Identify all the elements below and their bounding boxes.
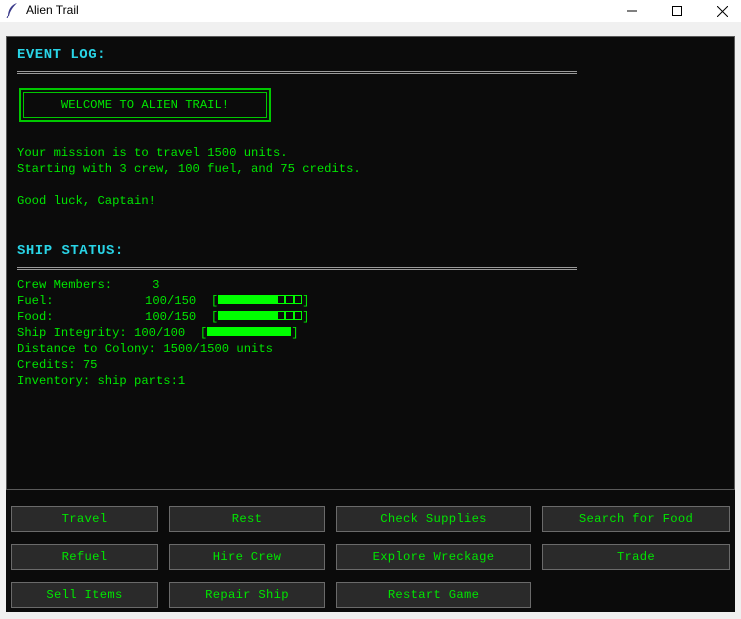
bar-empty-segment (285, 295, 294, 305)
ship-status-heading: SHIP STATUS: (17, 243, 124, 259)
crew-row: Crew Members: 3 (17, 277, 159, 293)
feather-icon (5, 2, 19, 19)
close-button[interactable] (699, 0, 741, 22)
crew-label: Crew Members: (17, 278, 113, 292)
close-icon (716, 5, 728, 17)
bar-empty-segment (293, 311, 303, 321)
maximize-button[interactable] (654, 0, 700, 22)
rest-button[interactable]: Rest (169, 506, 325, 532)
food-bar (218, 311, 303, 321)
maximize-icon (672, 6, 682, 16)
log-line: Good luck, Captain! (17, 194, 156, 208)
hire-crew-button[interactable]: Hire Crew (169, 544, 325, 570)
food-value: 100/150 (145, 310, 197, 324)
divider (17, 267, 577, 270)
fuel-row: Fuel: 100/150 [] (17, 294, 310, 308)
travel-button[interactable]: Travel (11, 506, 158, 532)
credits-line: Credits: 75 (17, 358, 98, 372)
inventory-line: Inventory: ship parts:1 (17, 374, 186, 388)
food-label: Food: (17, 310, 54, 324)
minimize-icon (627, 10, 637, 12)
divider (17, 71, 577, 74)
bar-empty-segment (293, 295, 303, 305)
bar-empty-segment (276, 295, 286, 305)
trade-button[interactable]: Trade (542, 544, 730, 570)
distance-line: Distance to Colony: 1500/1500 units (17, 342, 273, 356)
food-row: Food: 100/150 [] (17, 310, 310, 324)
explore-wreckage-button[interactable]: Explore Wreckage (336, 544, 531, 570)
event-console[interactable]: EVENT LOG: WELCOME TO ALIEN TRAIL! Your … (6, 36, 735, 490)
fuel-label: Fuel: (17, 294, 54, 308)
welcome-text: WELCOME TO ALIEN TRAIL! (60, 98, 230, 112)
window-title: Alien Trail (26, 3, 79, 17)
repair-ship-button[interactable]: Repair Ship (169, 582, 325, 608)
sell-items-button[interactable]: Sell Items (11, 582, 158, 608)
bar-empty-segment (285, 311, 294, 321)
log-line: Your mission is to travel 1500 units. (17, 146, 288, 160)
crew-value: 3 (152, 278, 160, 292)
refuel-button[interactable]: Refuel (11, 544, 158, 570)
fuel-bar (218, 295, 303, 305)
check-supplies-button[interactable]: Check Supplies (336, 506, 531, 532)
integrity-row: Ship Integrity: 100/100 [] (17, 326, 299, 340)
welcome-banner: WELCOME TO ALIEN TRAIL! (19, 88, 271, 122)
title-bar: Alien Trail (0, 0, 741, 22)
search-for-food-button[interactable]: Search for Food (542, 506, 730, 532)
log-line: Starting with 3 crew, 100 fuel, and 75 c… (17, 162, 361, 176)
event-log-heading: EVENT LOG: (17, 47, 107, 63)
fuel-value: 100/150 (145, 294, 197, 308)
minimize-button[interactable] (609, 0, 655, 22)
integrity-label: Ship Integrity: (17, 326, 127, 340)
bar-empty-segment (276, 311, 286, 321)
action-panel: Travel Rest Check Supplies Search for Fo… (6, 490, 735, 612)
integrity-bar (207, 327, 292, 337)
restart-game-button[interactable]: Restart Game (336, 582, 531, 608)
integrity-value: 100/100 (134, 326, 186, 340)
